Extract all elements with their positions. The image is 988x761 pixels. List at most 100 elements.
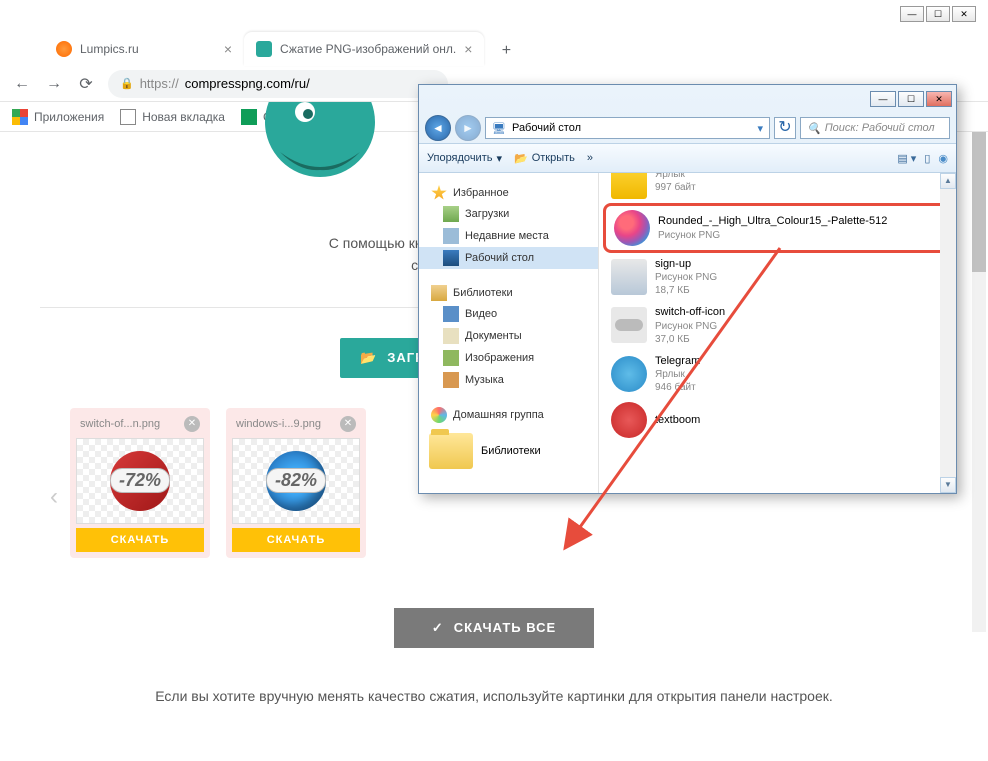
- sidebar-label: Изображения: [465, 352, 534, 364]
- new-tab-button[interactable]: +: [492, 38, 520, 66]
- bookmark-newtab[interactable]: Новая вкладка: [120, 109, 225, 125]
- more-button[interactable]: »: [587, 152, 593, 164]
- close-icon[interactable]: ×: [464, 41, 472, 57]
- search-input[interactable]: 🔍 Поиск: Рабочий стол: [800, 117, 950, 139]
- nav-back-button[interactable]: ◄: [425, 115, 451, 141]
- scroll-up-button[interactable]: ▲: [940, 173, 956, 189]
- compression-badge: -82%: [266, 468, 326, 493]
- sidebar-item-music[interactable]: Музыка: [419, 369, 598, 391]
- file-explorer-window: — ☐ ✕ ◄ ► 🖥 Рабочий стол ▾ ↻ 🔍 Поиск: Ра…: [418, 84, 957, 494]
- delete-button[interactable]: ✕: [340, 416, 356, 432]
- explorer-titlebar[interactable]: — ☐ ✕: [419, 85, 956, 113]
- window-controls: — ☐ ✕: [900, 6, 976, 22]
- tab-label: Сжатие PNG-изображений онл.: [280, 42, 456, 56]
- url-input[interactable]: 🔒 https://compresspng.com/ru/: [108, 70, 448, 98]
- explorer-navbar: ◄ ► 🖥 Рабочий стол ▾ ↻ 🔍 Поиск: Рабочий …: [419, 113, 956, 143]
- open-label: Открыть: [532, 152, 575, 164]
- apps-button[interactable]: Приложения: [12, 109, 104, 125]
- file-info: Ярлык997 байт: [655, 173, 696, 194]
- explorer-window-controls: — ☐ ✕: [870, 91, 952, 107]
- file-size: 946 байт: [655, 381, 700, 394]
- chevron-down-icon: ▾: [496, 152, 502, 165]
- sidebar-libraries-folder[interactable]: Библиотеки: [429, 433, 588, 469]
- sidebar-item-documents[interactable]: Документы: [419, 325, 598, 347]
- thumbnail-header: windows-i...9.png✕: [232, 414, 360, 438]
- desktop-icon: 🖥: [492, 122, 506, 135]
- file-type: Рисунок PNG: [655, 320, 725, 333]
- thumbnail-card: windows-i...9.png✕ -82% СКАЧАТЬ: [226, 408, 366, 558]
- sidebar-libraries-header[interactable]: Библиотеки: [419, 279, 598, 303]
- maximize-button[interactable]: ☐: [898, 91, 924, 107]
- maximize-button[interactable]: ☐: [926, 6, 950, 22]
- refresh-button[interactable]: ↻: [774, 117, 796, 139]
- carousel-prev[interactable]: ‹: [50, 483, 58, 511]
- sidebar-favorites-header[interactable]: Избранное: [419, 179, 598, 203]
- libraries-label: Библиотеки: [453, 287, 513, 299]
- sidebar-item-desktop[interactable]: Рабочий стол: [419, 247, 598, 269]
- file-item[interactable]: textboom: [603, 398, 952, 442]
- compression-badge: -72%: [110, 468, 170, 493]
- folder-icon: [429, 433, 473, 469]
- minimize-button[interactable]: —: [870, 91, 896, 107]
- chevron-down-icon[interactable]: ▾: [757, 122, 763, 135]
- download-all-button[interactable]: ✓ СКАЧАТЬ ВСЕ: [394, 608, 594, 648]
- tab-lumpics[interactable]: Lumpics.ru ×: [44, 32, 244, 66]
- organize-menu[interactable]: Упорядочить ▾: [427, 152, 502, 165]
- sidebar-item-downloads[interactable]: Загрузки: [419, 203, 598, 225]
- file-item[interactable]: Ярлык997 байт: [603, 173, 952, 203]
- view-options-button[interactable]: ▤ ▾: [897, 152, 916, 165]
- folder-label: Библиотеки: [481, 445, 541, 457]
- music-icon: [443, 372, 459, 388]
- back-button[interactable]: ←: [12, 75, 32, 93]
- nav-forward-button[interactable]: ►: [455, 115, 481, 141]
- preview-pane-button[interactable]: ▯: [924, 152, 930, 165]
- file-item[interactable]: sign-upРисунок PNG18,7 КБ: [603, 253, 952, 301]
- sidebar-item-video[interactable]: Видео: [419, 303, 598, 325]
- sidebar-label: Видео: [465, 308, 497, 320]
- file-item-highlighted[interactable]: Rounded_-_High_Ultra_Colour15_-Palette-5…: [603, 203, 952, 253]
- apps-icon: [12, 109, 28, 125]
- sidebar-item-recent[interactable]: Недавние места: [419, 225, 598, 247]
- search-placeholder: Поиск: Рабочий стол: [825, 122, 935, 134]
- file-item[interactable]: TelegramЯрлык946 байт: [603, 350, 952, 398]
- search-icon: 🔍: [807, 122, 821, 135]
- forward-button[interactable]: →: [44, 75, 64, 93]
- file-type: Ярлык: [655, 368, 700, 381]
- download-button[interactable]: СКАЧАТЬ: [76, 528, 204, 552]
- thumbnail-card: switch-of...n.png✕ -72% СКАЧАТЬ: [70, 408, 210, 558]
- minimize-button[interactable]: —: [900, 6, 924, 22]
- desktop-icon: [443, 250, 459, 266]
- bookmark-label: Новая вкладка: [142, 110, 225, 124]
- file-icon: [611, 402, 647, 438]
- open-button[interactable]: 📂 Открыть: [514, 152, 575, 165]
- scrollbar-thumb[interactable]: [972, 132, 986, 272]
- help-button[interactable]: ◉: [938, 152, 948, 165]
- url-scheme: https://: [140, 76, 179, 91]
- sidebar-label: Недавние места: [465, 230, 549, 242]
- delete-button[interactable]: ✕: [184, 416, 200, 432]
- download-button[interactable]: СКАЧАТЬ: [232, 528, 360, 552]
- thumbnail-preview[interactable]: -72%: [76, 438, 204, 524]
- sidebar-homegroup[interactable]: Домашняя группа: [419, 401, 598, 425]
- page-scrollbar[interactable]: [972, 132, 986, 632]
- window-titlebar: — ☐ ✕: [0, 0, 988, 28]
- close-icon[interactable]: ×: [224, 41, 232, 57]
- favorites-label: Избранное: [453, 187, 509, 199]
- file-type: Рисунок PNG: [655, 271, 717, 284]
- path-label: Рабочий стол: [512, 122, 581, 134]
- reload-button[interactable]: ⟳: [76, 74, 96, 94]
- site-logo: [260, 102, 380, 192]
- thumbnail-header: switch-of...n.png✕: [76, 414, 204, 438]
- close-button[interactable]: ✕: [952, 6, 976, 22]
- close-button[interactable]: ✕: [926, 91, 952, 107]
- telegram-icon: [611, 356, 647, 392]
- library-icon: [431, 285, 447, 301]
- thumbnail-preview[interactable]: -82%: [232, 438, 360, 524]
- scroll-down-button[interactable]: ▼: [940, 477, 956, 493]
- path-breadcrumb[interactable]: 🖥 Рабочий стол ▾: [485, 117, 770, 139]
- sidebar-item-images[interactable]: Изображения: [419, 347, 598, 369]
- file-scrollbar[interactable]: ▲ ▼: [940, 173, 956, 493]
- tab-compresspng[interactable]: Сжатие PNG-изображений онл. ×: [244, 32, 484, 66]
- file-size: 997 байт: [655, 181, 696, 194]
- file-item[interactable]: switch-off-iconРисунок PNG37,0 КБ: [603, 301, 952, 349]
